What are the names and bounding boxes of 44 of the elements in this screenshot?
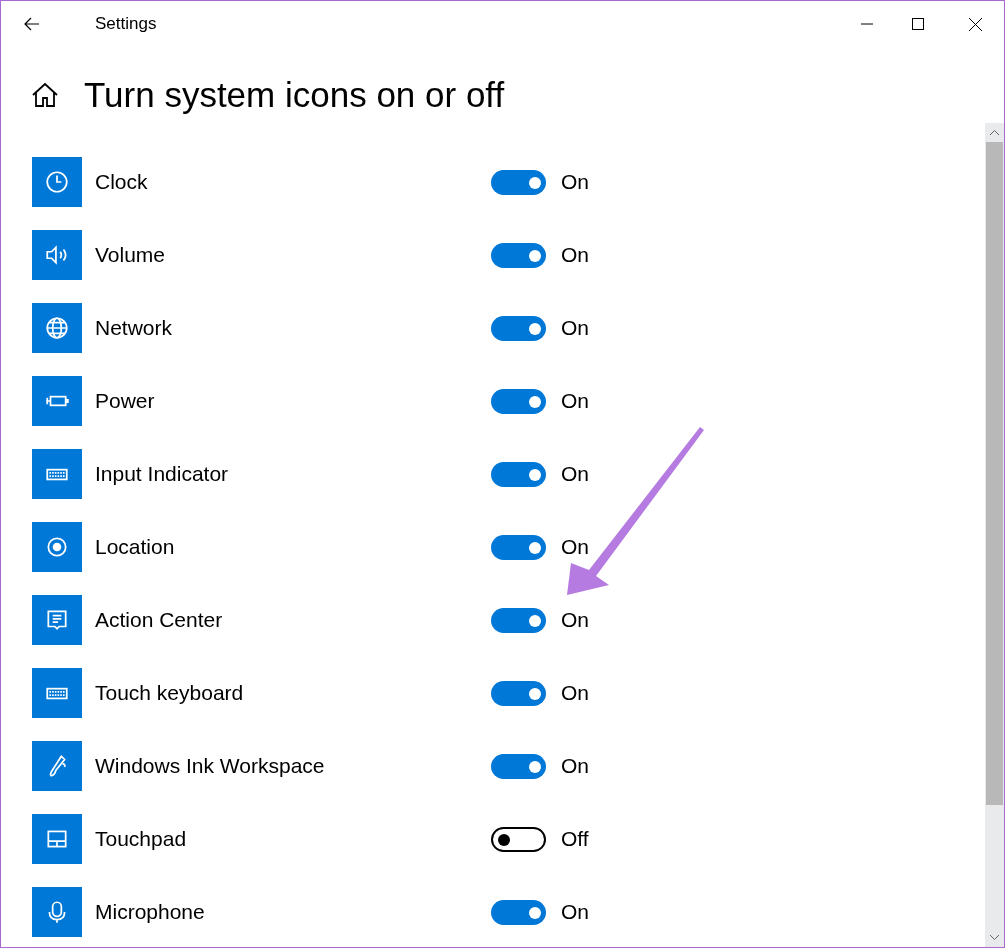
toggle-switch[interactable]: [491, 827, 546, 852]
toggle-switch[interactable]: [491, 900, 546, 925]
setting-label: Windows Ink Workspace: [95, 753, 326, 779]
toggle-state: Off: [561, 827, 589, 851]
close-icon: [968, 17, 982, 31]
globe-icon: [44, 315, 70, 341]
setting-label: Volume: [95, 242, 167, 268]
toggle-state: On: [561, 535, 589, 559]
setting-label: Network: [95, 315, 174, 341]
page-heading: Turn system icons on or off: [84, 75, 505, 115]
setting-label: Input Indicator: [95, 461, 230, 487]
setting-label: Touchpad: [95, 826, 188, 852]
setting-label: Action Center: [95, 607, 224, 633]
toggle-state: On: [561, 389, 589, 413]
toggle-state: On: [561, 316, 589, 340]
toggle-switch[interactable]: [491, 754, 546, 779]
toggle-switch[interactable]: [491, 608, 546, 633]
setting-label: Microphone: [95, 899, 206, 925]
setting-label: Clock: [95, 169, 149, 195]
toggle-state: On: [561, 754, 589, 778]
toggle-switch[interactable]: [491, 535, 546, 560]
setting-label: Power: [95, 388, 156, 414]
scrollbar[interactable]: [985, 123, 1004, 947]
toggle-switch[interactable]: [491, 681, 546, 706]
scroll-thumb[interactable]: [986, 142, 1003, 805]
minimize-icon: [861, 23, 873, 25]
toggle-switch[interactable]: [491, 243, 546, 268]
toggle-switch[interactable]: [491, 316, 546, 341]
toggle-switch[interactable]: [491, 389, 546, 414]
toggle-state: On: [561, 608, 589, 632]
toggle-state: On: [561, 462, 589, 486]
back-arrow-icon: [24, 17, 40, 31]
toggle-switch[interactable]: [491, 170, 546, 195]
toggle-switch[interactable]: [491, 462, 546, 487]
setting-label: Touch keyboard: [95, 680, 245, 706]
toggle-state: On: [561, 170, 589, 194]
toggle-state: On: [561, 681, 589, 705]
maximize-icon: [912, 18, 924, 30]
toggle-state: On: [561, 900, 589, 924]
toggle-state: On: [561, 243, 589, 267]
clock-icon: [44, 169, 70, 195]
setting-label: Location: [95, 534, 176, 560]
home-icon[interactable]: [31, 82, 59, 108]
window-title: Settings: [95, 14, 158, 34]
